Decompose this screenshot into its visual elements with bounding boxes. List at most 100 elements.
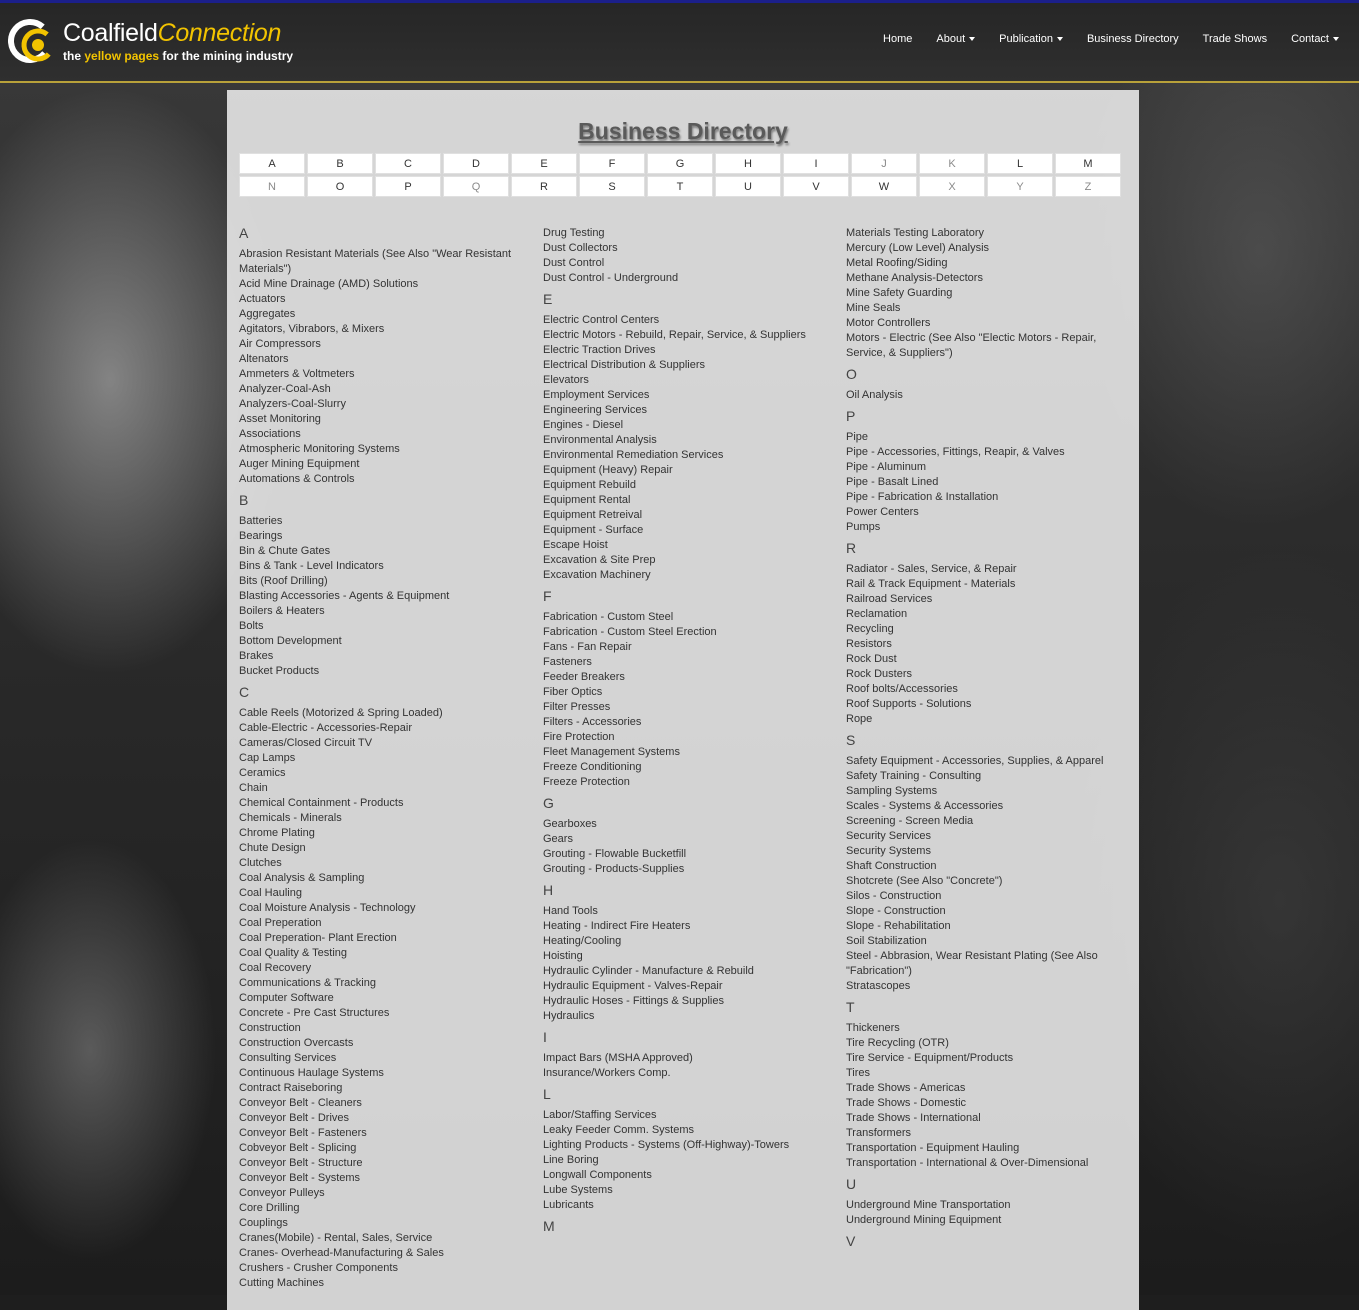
category-link[interactable]: Slope - Construction [846,904,1126,919]
category-link[interactable]: Rope [846,712,1126,727]
category-link[interactable]: Hydraulic Cylinder - Manufacture & Rebui… [543,964,833,979]
category-link[interactable]: Aggregates [239,307,529,322]
alpha-button-g[interactable]: G [647,153,713,174]
nav-publication[interactable]: Publication [987,33,1075,45]
category-link[interactable]: Ceramics [239,766,529,781]
alpha-button-u[interactable]: U [715,176,781,197]
category-link[interactable]: Equipment (Heavy) Repair [543,463,833,478]
category-link[interactable]: Automations & Controls [239,472,529,487]
category-link[interactable]: Rail & Track Equipment - Materials [846,577,1126,592]
category-link[interactable]: Security Systems [846,844,1126,859]
category-link[interactable]: Oil Analysis [846,388,1126,403]
category-link[interactable]: Methane Analysis-Detectors [846,271,1126,286]
category-link[interactable]: Underground Mining Equipment [846,1213,1126,1228]
category-link[interactable]: Feeder Breakers [543,670,833,685]
category-link[interactable]: Cap Lamps [239,751,529,766]
category-link[interactable]: Electric Traction Drives [543,343,833,358]
category-link[interactable]: Altenators [239,352,529,367]
category-link[interactable]: Rock Dusters [846,667,1126,682]
alpha-button-r[interactable]: R [511,176,577,197]
nav-business-directory[interactable]: Business Directory [1075,33,1191,45]
category-link[interactable]: Fire Protection [543,730,833,745]
category-link[interactable]: Boilers & Heaters [239,604,529,619]
category-link[interactable]: Fabrication - Custom Steel [543,610,833,625]
category-link[interactable]: Silos - Construction [846,889,1126,904]
category-link[interactable]: Safety Equipment - Accessories, Supplies… [846,754,1126,769]
category-link[interactable]: Coal Quality & Testing [239,946,529,961]
site-logo[interactable]: CoalfieldConnection the yellow pages for… [8,15,308,70]
category-link[interactable]: Environmental Analysis [543,433,833,448]
category-link[interactable]: Electrical Distribution & Suppliers [543,358,833,373]
category-link[interactable]: Conveyor Pulleys [239,1186,529,1201]
category-link[interactable]: Thickeners [846,1021,1126,1036]
category-link[interactable]: Roof bolts/Accessories [846,682,1126,697]
category-link[interactable]: Power Centers [846,505,1126,520]
category-link[interactable]: Shaft Construction [846,859,1126,874]
category-link[interactable]: Drug Testing [543,226,833,241]
nav-contact[interactable]: Contact [1279,33,1351,45]
alpha-button-i[interactable]: I [783,153,849,174]
category-link[interactable]: Batteries [239,514,529,529]
category-link[interactable]: Construction [239,1021,529,1036]
category-link[interactable]: Bucket Products [239,664,529,679]
category-link[interactable]: Engines - Diesel [543,418,833,433]
category-link[interactable]: Scales - Systems & Accessories [846,799,1126,814]
category-link[interactable]: Cobveyor Belt - Splicing [239,1141,529,1156]
category-link[interactable]: Steel - Abbrasion, Wear Resistant Platin… [846,949,1126,979]
category-link[interactable]: Concrete - Pre Cast Structures [239,1006,529,1021]
category-link[interactable]: Pipe - Basalt Lined [846,475,1126,490]
category-link[interactable]: Electric Control Centers [543,313,833,328]
category-link[interactable]: Clutches [239,856,529,871]
category-link[interactable]: Hoisting [543,949,833,964]
category-link[interactable]: Abrasion Resistant Materials (See Also "… [239,247,529,277]
category-link[interactable]: Trade Shows - Americas [846,1081,1126,1096]
category-link[interactable]: Tire Recycling (OTR) [846,1036,1126,1051]
category-link[interactable]: Conveyor Belt - Structure [239,1156,529,1171]
category-link[interactable]: Cameras/Closed Circuit TV [239,736,529,751]
category-link[interactable]: Coal Recovery [239,961,529,976]
category-link[interactable]: Fabrication - Custom Steel Erection [543,625,833,640]
category-link[interactable]: Fans - Fan Repair [543,640,833,655]
alpha-button-b[interactable]: B [307,153,373,174]
category-link[interactable]: Sampling Systems [846,784,1126,799]
category-link[interactable]: Roof Supports - Solutions [846,697,1126,712]
category-link[interactable]: Cable Reels (Motorized & Spring Loaded) [239,706,529,721]
category-link[interactable]: Electric Motors - Rebuild, Repair, Servi… [543,328,833,343]
category-link[interactable]: Asset Monitoring [239,412,529,427]
alpha-button-m[interactable]: M [1055,153,1121,174]
category-link[interactable]: Auger Mining Equipment [239,457,529,472]
category-link[interactable]: Radiator - Sales, Service, & Repair [846,562,1126,577]
category-link[interactable]: Employment Services [543,388,833,403]
category-link[interactable]: Brakes [239,649,529,664]
category-link[interactable]: Equipment Retreival [543,508,833,523]
category-link[interactable]: Equipment Rebuild [543,478,833,493]
category-link[interactable]: Lube Systems [543,1183,833,1198]
category-link[interactable]: Shotcrete (See Also "Concrete") [846,874,1126,889]
category-link[interactable]: Gearboxes [543,817,833,832]
category-link[interactable]: Metal Roofing/Siding [846,256,1126,271]
category-link[interactable]: Engineering Services [543,403,833,418]
category-link[interactable]: Impact Bars (MSHA Approved) [543,1051,833,1066]
category-link[interactable]: Analyzers-Coal-Slurry [239,397,529,412]
alpha-button-h[interactable]: H [715,153,781,174]
category-link[interactable]: Cranes(Mobile) - Rental, Sales, Service [239,1231,529,1246]
category-link[interactable]: Equipment - Surface [543,523,833,538]
category-link[interactable]: Leaky Feeder Comm. Systems [543,1123,833,1138]
category-link[interactable]: Reclamation [846,607,1126,622]
category-link[interactable]: Heating - Indirect Fire Heaters [543,919,833,934]
category-link[interactable]: Chute Design [239,841,529,856]
category-link[interactable]: Lubricants [543,1198,833,1213]
nav-home[interactable]: Home [871,33,924,45]
category-link[interactable]: Blasting Accessories - Agents & Equipmen… [239,589,529,604]
category-link[interactable]: Mercury (Low Level) Analysis [846,241,1126,256]
category-link[interactable]: Fiber Optics [543,685,833,700]
category-link[interactable]: Bins & Tank - Level Indicators [239,559,529,574]
alpha-button-o[interactable]: O [307,176,373,197]
category-link[interactable]: Pipe - Accessories, Fittings, Reapir, & … [846,445,1126,460]
category-link[interactable]: Analyzer-Coal-Ash [239,382,529,397]
category-link[interactable]: Communications & Tracking [239,976,529,991]
category-link[interactable]: Materials Testing Laboratory [846,226,1126,241]
alpha-button-a[interactable]: A [239,153,305,174]
category-link[interactable]: Mine Seals [846,301,1126,316]
category-link[interactable]: Atmospheric Monitoring Systems [239,442,529,457]
